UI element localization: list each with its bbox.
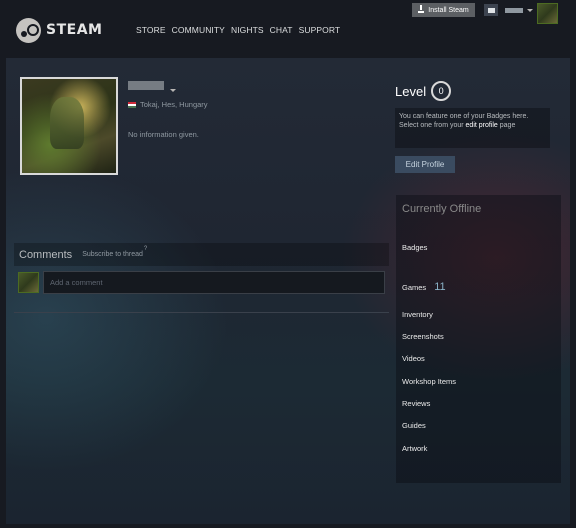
profile-location: Tokaj, Hes, Hungary: [128, 100, 208, 109]
profile-avatar: [20, 77, 118, 175]
comment-input[interactable]: Add a comment: [43, 271, 385, 294]
badge-notice-line2: Select one from your edit profile page: [399, 121, 546, 130]
sidebar-item-guides[interactable]: Guides: [402, 421, 426, 430]
sidebar-item-workshop[interactable]: Workshop Items: [402, 377, 456, 386]
subscribe-thread-link[interactable]: Subscribe to thread: [82, 251, 143, 258]
steam-logo-icon: [16, 17, 41, 43]
badge-notice-line1: You can feature one of your Badges here.: [399, 113, 529, 120]
sidebar-item-artwork[interactable]: Artwork: [402, 444, 427, 453]
online-status: Currently Offline: [402, 203, 482, 215]
profile-avatar-image: [22, 79, 116, 173]
games-label: Games: [402, 283, 427, 292]
location-text: Tokaj, Hes, Hungary: [140, 100, 208, 109]
edit-profile-button[interactable]: Edit Profile: [395, 156, 455, 173]
install-steam-label: Install Steam: [428, 6, 469, 14]
sidebar-item-inventory[interactable]: Inventory: [402, 310, 433, 319]
profile-sidebar: Currently Offline Badges Games 11 Invent…: [396, 195, 561, 483]
level-badge: 0: [431, 81, 452, 101]
account-menu[interactable]: [505, 7, 533, 14]
profile-level: Level 0: [395, 81, 452, 101]
level-label: Level: [395, 83, 427, 99]
nav-store[interactable]: STORE: [136, 25, 166, 35]
nav-nights[interactable]: NIGHTS: [231, 25, 264, 35]
comments-divider: [14, 312, 389, 313]
header-avatar[interactable]: [537, 3, 558, 24]
steam-logo-text: STEAM: [46, 22, 103, 38]
comments-header: Comments Subscribe to thread ?: [14, 243, 389, 266]
install-steam-button[interactable]: Install Steam: [412, 3, 475, 17]
nav-support[interactable]: SUPPORT: [299, 25, 341, 35]
hungary-flag-icon: [128, 101, 136, 108]
sidebar-item-reviews[interactable]: Reviews: [402, 399, 430, 408]
sidebar-item-screenshots[interactable]: Screenshots: [402, 332, 444, 341]
notifications-button[interactable]: [484, 4, 498, 16]
help-icon[interactable]: ?: [144, 246, 147, 252]
persona-name-redacted: [128, 81, 164, 90]
account-name-redacted: [505, 8, 523, 13]
comment-avatar: [18, 272, 39, 293]
featured-badge-notice: You can feature one of your Badges here.…: [395, 108, 550, 148]
envelope-icon: [487, 7, 495, 13]
global-header: STEAM STORE COMMUNITY NIGHTS CHAT SUPPOR…: [0, 0, 576, 58]
sidebar-item-badges[interactable]: Badges: [402, 243, 427, 252]
chevron-down-icon: [527, 9, 533, 12]
edit-profile-link[interactable]: edit profile: [466, 122, 498, 129]
nav-community[interactable]: COMMUNITY: [172, 25, 225, 35]
steam-logo[interactable]: STEAM: [16, 17, 102, 43]
profile-page: Tokaj, Hes, Hungary No information given…: [6, 58, 570, 524]
badge-notice-post: page: [497, 122, 516, 129]
comments-title: Comments: [19, 248, 73, 261]
sidebar-item-games[interactable]: Games 11: [402, 281, 446, 293]
nav-chat[interactable]: CHAT: [270, 25, 293, 35]
badge-notice-pre: Select one from your: [399, 122, 466, 129]
persona-dropdown-icon[interactable]: [170, 89, 176, 92]
flag-stripe-green: [128, 105, 136, 108]
games-count: 11: [434, 281, 446, 293]
sidebar-item-videos[interactable]: Videos: [402, 354, 425, 363]
download-icon: [418, 5, 425, 13]
profile-summary: No information given.: [128, 130, 199, 139]
main-nav: STORE COMMUNITY NIGHTS CHAT SUPPORT: [136, 25, 340, 35]
